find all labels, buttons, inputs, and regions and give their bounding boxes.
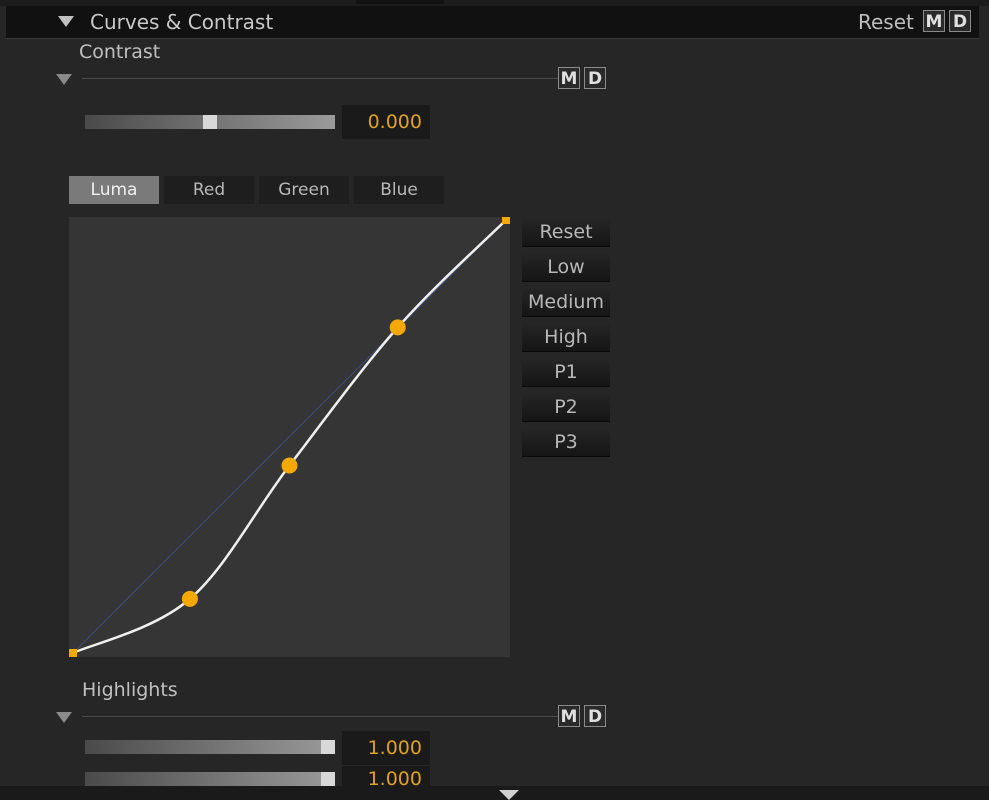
- section-reset-button[interactable]: Reset: [858, 10, 914, 34]
- preset-reset-button[interactable]: Reset: [522, 218, 610, 247]
- highlights-value-field-1[interactable]: 1.000: [342, 731, 430, 765]
- highlights-slider-2[interactable]: [85, 772, 335, 786]
- contrast-collapse-icon[interactable]: [56, 74, 72, 85]
- contrast-m-button[interactable]: M: [558, 67, 580, 89]
- highlights-slider-1[interactable]: [85, 740, 335, 754]
- identity-diagonal: [72, 219, 507, 654]
- collapse-triangle-icon[interactable]: [58, 16, 74, 27]
- curve-control-point[interactable]: [181, 590, 198, 607]
- highlights-m-button[interactable]: M: [558, 705, 580, 727]
- preset-p2-button[interactable]: P2: [522, 393, 610, 422]
- highlights-label: Highlights: [82, 679, 178, 701]
- tab-green[interactable]: Green: [259, 176, 349, 204]
- contrast-slider[interactable]: [85, 115, 335, 129]
- preset-p3-button[interactable]: P3: [522, 428, 610, 457]
- contrast-d-button[interactable]: D: [584, 67, 606, 89]
- curve-endpoint-handle[interactable]: [69, 649, 77, 657]
- preset-low-button[interactable]: Low: [522, 253, 610, 282]
- highlights-value-field-2[interactable]: 1.000: [342, 766, 430, 786]
- top-tab-indicator: [356, 0, 444, 4]
- highlights-divider: [82, 716, 558, 717]
- preset-medium-button[interactable]: Medium: [522, 288, 610, 317]
- section-m-button[interactable]: M: [923, 10, 945, 32]
- tab-luma[interactable]: Luma: [69, 176, 159, 204]
- highlights-d-button[interactable]: D: [584, 705, 606, 727]
- contrast-divider: [82, 78, 558, 79]
- curve-endpoint-handle[interactable]: [502, 216, 510, 224]
- curve-control-point[interactable]: [281, 457, 298, 474]
- preset-p1-button[interactable]: P1: [522, 358, 610, 387]
- highlights-collapse-icon[interactable]: [56, 712, 72, 723]
- curve-editor[interactable]: [69, 216, 510, 657]
- section-title: Curves & Contrast: [90, 10, 274, 34]
- section-d-button[interactable]: D: [949, 10, 971, 32]
- tab-red[interactable]: Red: [164, 176, 254, 204]
- highlights-slider-1-thumb[interactable]: [321, 740, 335, 754]
- contrast-slider-thumb[interactable]: [203, 115, 217, 129]
- curve-graph[interactable]: [69, 216, 510, 657]
- highlights-slider-2-thumb[interactable]: [321, 772, 335, 786]
- contrast-value-field[interactable]: 0.000: [342, 105, 430, 139]
- bottom-bar: [0, 786, 989, 800]
- preset-high-button[interactable]: High: [522, 323, 610, 352]
- curve-control-point[interactable]: [389, 319, 406, 336]
- section-header[interactable]: Curves & Contrast Reset M D: [6, 6, 979, 39]
- contrast-label: Contrast: [79, 41, 161, 63]
- expand-more-icon[interactable]: [499, 790, 519, 800]
- tab-blue[interactable]: Blue: [354, 176, 444, 204]
